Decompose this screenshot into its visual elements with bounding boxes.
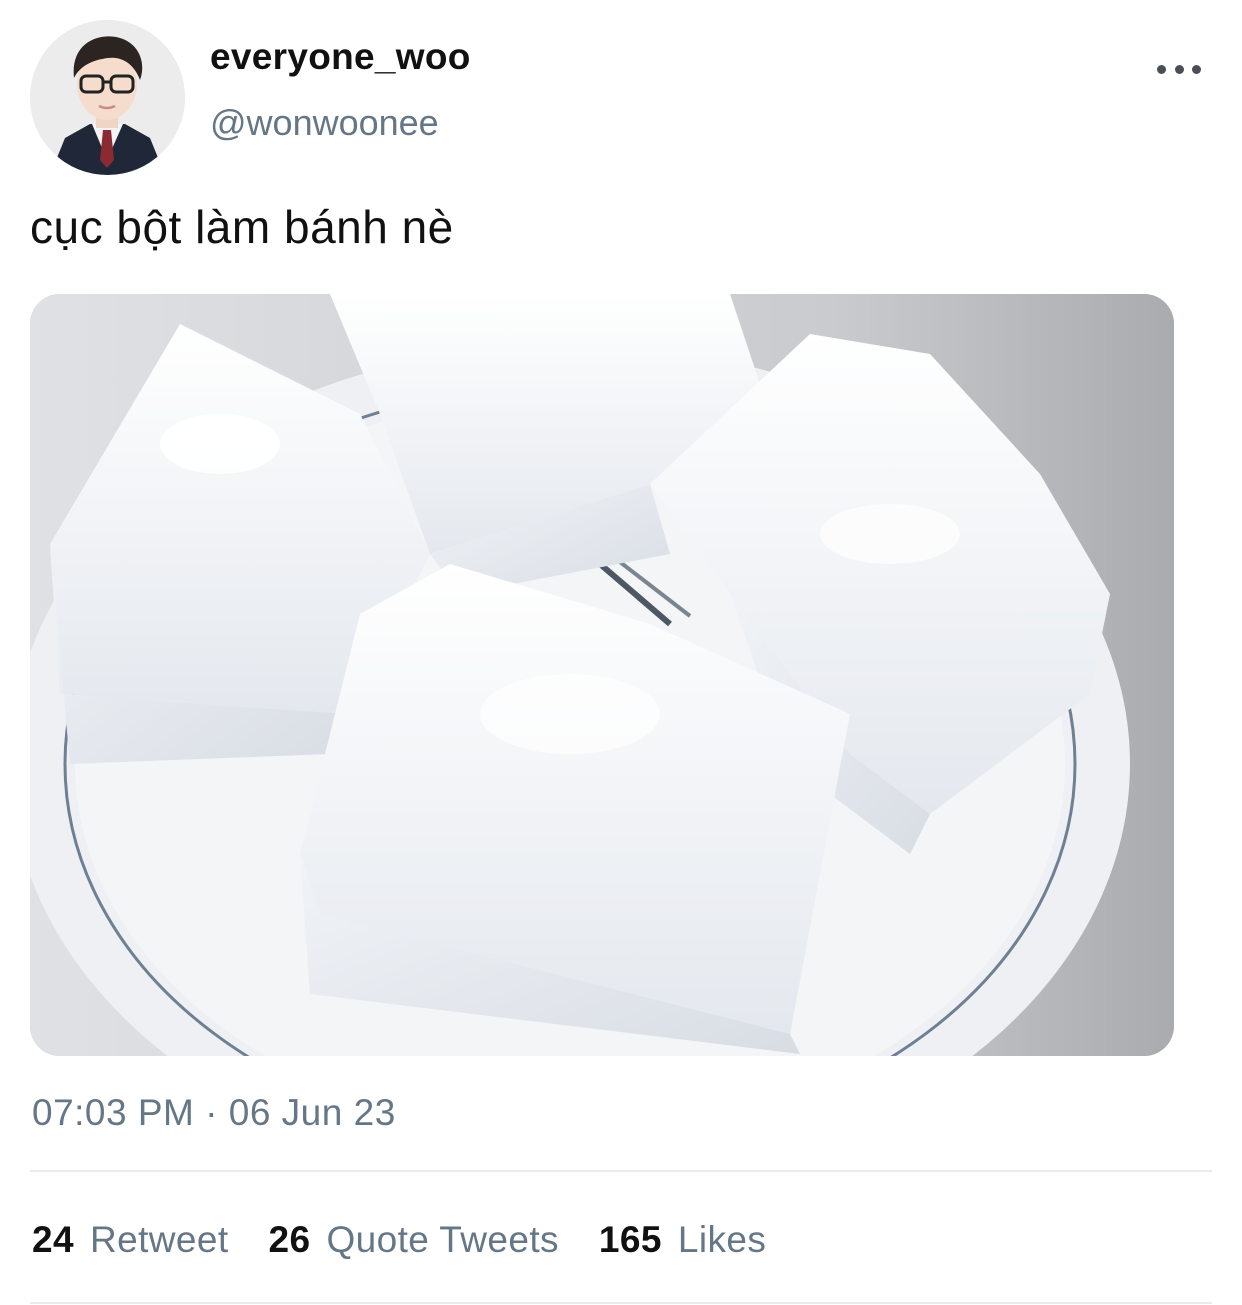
likes-stat[interactable]: 165 Likes bbox=[599, 1219, 766, 1261]
dot bbox=[1157, 64, 1166, 74]
engagement-stats: 24 Retweet 26 Quote Tweets 165 Likes bbox=[32, 1219, 806, 1261]
avatar[interactable] bbox=[30, 20, 185, 175]
retweets-stat[interactable]: 24 Retweet bbox=[32, 1219, 229, 1261]
more-options-icon[interactable] bbox=[1155, 52, 1203, 86]
divider bbox=[30, 1302, 1212, 1304]
retweets-label: Retweet bbox=[89, 1219, 229, 1260]
author-display-name[interactable]: everyone_woo bbox=[210, 36, 471, 78]
avatar-photo bbox=[30, 20, 185, 175]
tweet-timestamp[interactable]: 07:03 PM · 06 Jun 23 bbox=[32, 1092, 396, 1134]
rice-cake-photo bbox=[30, 294, 1174, 1056]
quote-tweets-stat[interactable]: 26 Quote Tweets bbox=[269, 1219, 559, 1261]
quote-tweets-label: Quote Tweets bbox=[326, 1219, 559, 1260]
retweets-count: 24 bbox=[32, 1219, 74, 1260]
divider bbox=[30, 1170, 1212, 1172]
dot bbox=[1192, 64, 1201, 74]
tweet-photo[interactable] bbox=[30, 294, 1174, 1056]
tweet-text: cục bột làm bánh nè bbox=[30, 201, 454, 253]
likes-count: 165 bbox=[598, 1219, 662, 1260]
dot bbox=[1174, 64, 1184, 74]
author-handle[interactable]: @wonwoonee bbox=[210, 102, 439, 144]
quote-tweets-count: 26 bbox=[268, 1219, 311, 1260]
tweet-detail: everyone_woo @wonwoonee cục bột làm bánh… bbox=[0, 0, 1242, 1305]
likes-label: Likes bbox=[677, 1219, 767, 1260]
